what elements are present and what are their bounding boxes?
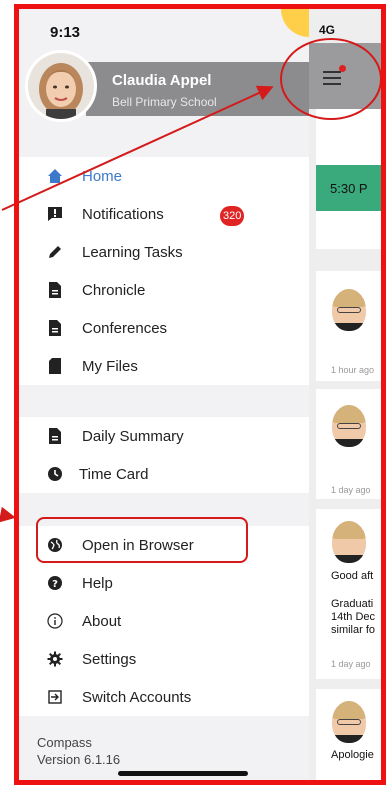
notification-dot — [339, 65, 346, 72]
app-name: Compass — [37, 735, 92, 750]
menu-item-label: Daily Summary — [82, 427, 184, 445]
menu-item-chronicle[interactable]: Chronicle — [19, 271, 309, 309]
feed-card[interactable]: Good aft Graduati 14th Dec similar fo 1 … — [316, 509, 381, 679]
profile-school: Bell Primary School — [112, 95, 217, 109]
menu-item-time-card[interactable]: Time Card — [19, 455, 309, 493]
primary-menu: Home Notifications 320 Learning Tasks Ch… — [19, 157, 309, 385]
post-text: Good aft — [331, 570, 374, 582]
feed-card[interactable]: 1 day ago — [316, 389, 381, 499]
profile-banner[interactable]: Claudia Appel Bell Primary School — [86, 62, 309, 116]
schedule-tile[interactable]: 5:30 P — [316, 165, 381, 211]
author-avatar — [332, 289, 366, 331]
author-avatar — [332, 521, 366, 563]
svg-text:?: ? — [52, 579, 58, 590]
globe-icon — [47, 537, 63, 553]
menu-item-learning-tasks[interactable]: Learning Tasks — [19, 233, 309, 271]
signal-indicator: 4G — [319, 23, 336, 37]
main-content: 4G 5:30 P 1 hour ago 1 day ago Good aft … — [309, 9, 381, 781]
menu-item-about[interactable]: About — [19, 602, 309, 640]
author-avatar — [332, 405, 366, 447]
menu-item-daily-summary[interactable]: Daily Summary — [19, 417, 309, 455]
info-icon — [47, 613, 63, 629]
avatar[interactable] — [25, 50, 97, 122]
post-text: similar fo — [331, 624, 376, 636]
menu-item-label: Settings — [82, 650, 137, 668]
switch-accounts-icon — [47, 689, 63, 705]
tertiary-menu: Open in Browser ? Help About Settings Sw… — [19, 526, 309, 716]
document-icon — [47, 428, 63, 444]
screenshot-frame: 9:13 Claudia Appel Bell Primary School H… — [0, 0, 390, 787]
menu-item-settings[interactable]: Settings — [19, 640, 309, 678]
home-indicator — [118, 771, 248, 776]
menu-item-label: Open in Browser — [82, 536, 194, 554]
post-text: 14th Dec — [331, 611, 376, 623]
menu-item-label: Chronicle — [82, 281, 146, 299]
menu-item-label: Time Card — [79, 465, 149, 483]
menu-item-help[interactable]: ? Help — [19, 564, 309, 602]
home-icon — [47, 168, 63, 184]
post-text: Graduati — [331, 598, 374, 610]
menu-item-home[interactable]: Home — [19, 157, 309, 195]
menu-item-label: Help — [82, 574, 113, 592]
post-time: 1 hour ago — [331, 365, 375, 375]
menu-item-label: Home — [82, 167, 123, 185]
menu-item-label: Learning Tasks — [82, 243, 183, 261]
status-time: 9:13 — [50, 24, 81, 41]
menu-item-label: Switch Accounts — [82, 688, 192, 706]
menu-item-conferences[interactable]: Conferences — [19, 309, 309, 347]
navigation-drawer: 9:13 Claudia Appel Bell Primary School H… — [19, 9, 309, 781]
menu-item-label: Conferences — [82, 319, 168, 337]
feed-card[interactable]: Apologie — [316, 689, 381, 781]
menu-item-switch-accounts[interactable]: Switch Accounts — [19, 678, 309, 716]
document-icon — [47, 282, 63, 298]
author-avatar — [332, 701, 366, 743]
post-text: Apologie — [331, 749, 374, 761]
document-icon — [47, 320, 63, 336]
notification-badge: 320 — [220, 206, 245, 226]
post-time: 1 day ago — [331, 659, 371, 669]
hamburger-menu-icon[interactable] — [323, 71, 343, 85]
help-icon: ? — [47, 575, 63, 591]
gear-icon — [47, 651, 63, 667]
profile-name: Claudia Appel — [112, 72, 212, 89]
top-bar — [309, 43, 381, 109]
pencil-icon — [47, 244, 63, 260]
secondary-menu: Daily Summary Time Card — [19, 417, 309, 493]
app-version: Version 6.1.16 — [37, 752, 121, 767]
menu-item-label: About — [82, 612, 122, 630]
menu-item-open-in-browser[interactable]: Open in Browser — [19, 526, 309, 564]
post-time: 1 day ago — [331, 485, 371, 495]
sd-card-icon — [47, 358, 63, 374]
menu-item-my-files[interactable]: My Files — [19, 347, 309, 385]
decorative-shape — [281, 9, 309, 37]
schedule-card[interactable]: 5:30 P — [316, 109, 381, 249]
menu-item-label: My Files — [82, 357, 138, 375]
notification-icon — [47, 206, 63, 222]
menu-item-notifications[interactable]: Notifications 320 — [19, 195, 309, 233]
feed-card[interactable]: 1 hour ago — [316, 271, 381, 381]
menu-item-label: Notifications — [82, 205, 164, 223]
clock-icon — [47, 466, 63, 482]
